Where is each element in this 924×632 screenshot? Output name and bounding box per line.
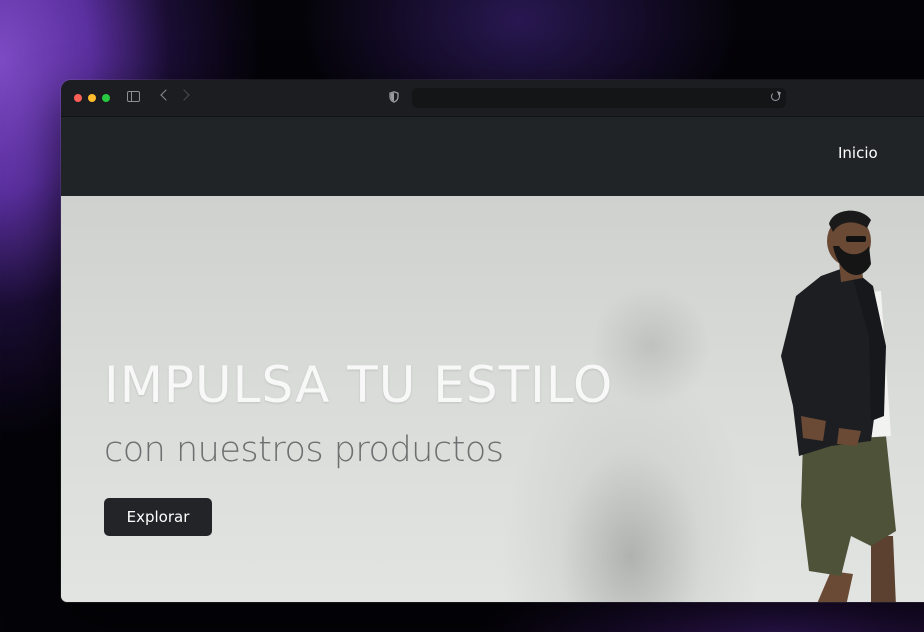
zoom-window-button[interactable]: [102, 94, 110, 102]
browser-titlebar: [61, 80, 924, 117]
nav-link-inicio[interactable]: Inicio: [838, 144, 878, 162]
address-bar[interactable]: [412, 88, 786, 108]
site-navbar: Inicio: [61, 117, 924, 196]
minimize-window-button[interactable]: [88, 94, 96, 102]
hero-model-image: [781, 210, 896, 602]
shield-icon[interactable]: [389, 91, 399, 103]
hero-subtitle: con nuestros productos: [104, 430, 504, 470]
reload-icon[interactable]: [771, 92, 780, 101]
forward-chevron-icon[interactable]: [178, 89, 190, 101]
close-window-button[interactable]: [74, 94, 82, 102]
sidebar-toggle-icon[interactable]: [127, 91, 140, 102]
hero-title: IMPULSA TU ESTILO: [104, 356, 614, 414]
hero-section: IMPULSA TU ESTILO con nuestros productos…: [61, 196, 924, 602]
browser-window: Inicio IMPULSA TU ESTILO con nuestros pr…: [61, 80, 924, 602]
back-chevron-icon[interactable]: [160, 89, 172, 101]
explore-button[interactable]: Explorar: [104, 498, 212, 536]
